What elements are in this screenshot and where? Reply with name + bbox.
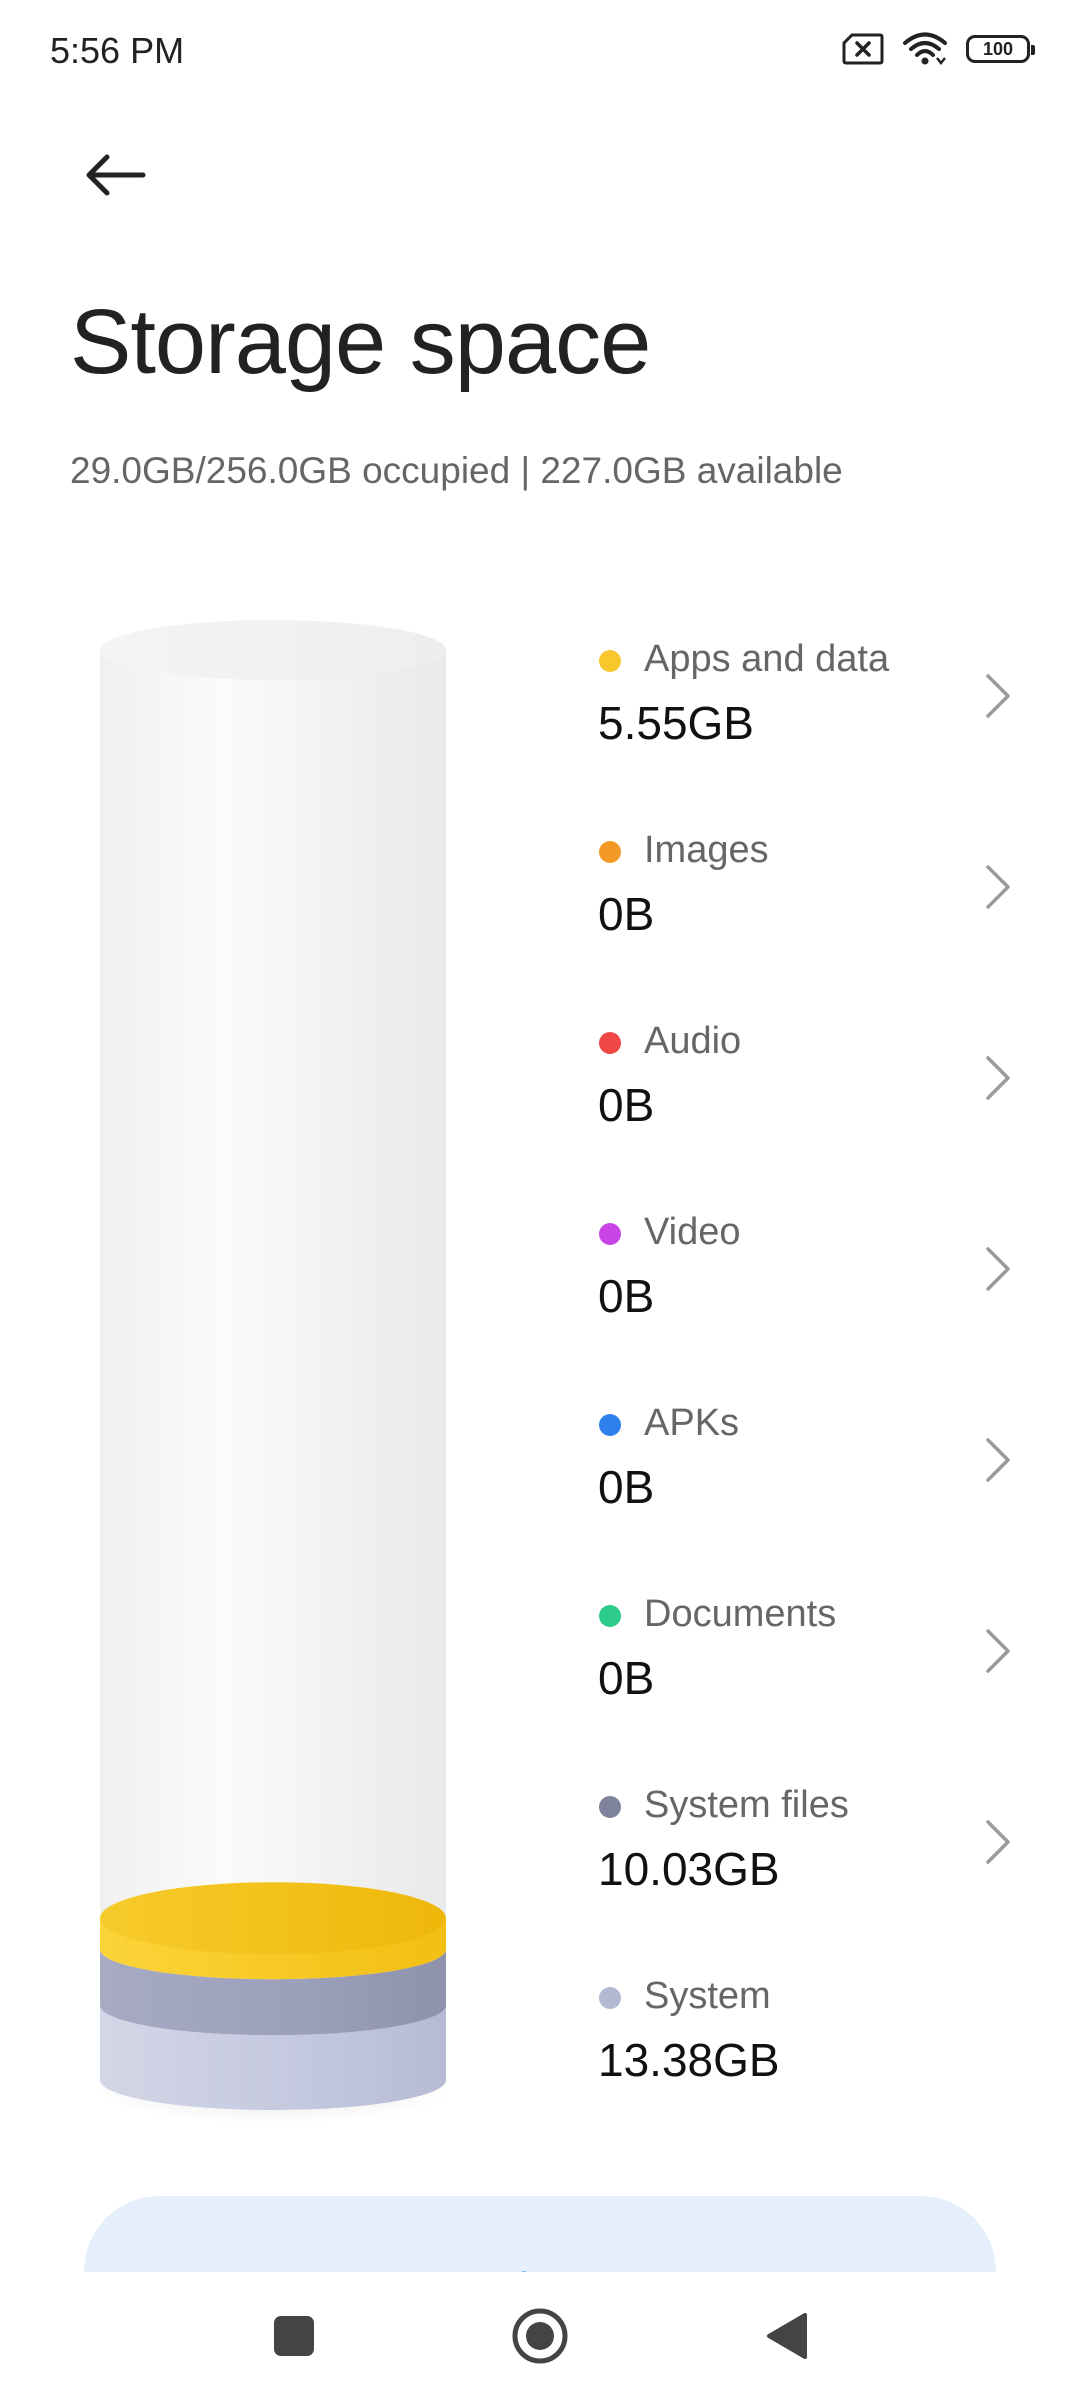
category-label: System files [644, 1784, 849, 1826]
storage-summary: 29.0GB/256.0GB occupied | 227.0GB availa… [70, 450, 843, 491]
storage-cylinder-chart [100, 610, 446, 2130]
color-dot [599, 1032, 621, 1054]
home-circle-icon [512, 2308, 568, 2364]
category-apps-and-data[interactable]: Apps and data 5.55GB [596, 628, 1016, 819]
home-button[interactable] [498, 2294, 582, 2378]
category-images[interactable]: Images 0B [596, 819, 1016, 1010]
category-size: 0B [598, 1461, 655, 1513]
category-documents[interactable]: Documents 0B [596, 1583, 1016, 1774]
recents-square-icon [274, 2316, 314, 2356]
category-video[interactable]: Video 0B [596, 1201, 1016, 1392]
battery-level: 100 [982, 38, 1014, 59]
color-dot [599, 650, 621, 672]
category-label: Images [644, 829, 769, 871]
status-bar: 5:56 PM 100 [0, 0, 1080, 110]
cylinder-top [100, 620, 446, 680]
category-size: 13.38GB [598, 2034, 780, 2086]
segment-top-apps-and-data [100, 1882, 446, 1955]
category-apks[interactable]: APKs 0B [596, 1392, 1016, 1583]
category-size: 0B [598, 1652, 655, 1704]
arrow-left-icon [86, 154, 146, 196]
category-system-files[interactable]: System files 10.03GB [596, 1774, 1016, 1965]
sim-disabled-icon [842, 33, 884, 65]
category-label: APKs [644, 1402, 740, 1444]
status-time: 5:56 PM [50, 30, 185, 71]
color-dot [599, 1223, 621, 1245]
category-audio[interactable]: Audio 0B [596, 1010, 1016, 1201]
chevron-right-icon [986, 1629, 1010, 1673]
category-size: 10.03GB [598, 1843, 780, 1895]
color-dot [599, 1414, 621, 1436]
color-dot [599, 1796, 621, 1818]
category-system: System 13.38GB [596, 1965, 1016, 2156]
chevron-right-icon [986, 674, 1010, 718]
system-back-button[interactable] [744, 2294, 828, 2378]
recents-button[interactable] [252, 2294, 336, 2378]
color-dot [599, 1987, 621, 2009]
wifi-icon [902, 32, 948, 66]
chevron-right-icon [986, 1247, 1010, 1291]
category-list: Apps and data 5.55GB Images 0B Audio 0B … [596, 628, 1016, 2156]
chevron-right-icon [986, 865, 1010, 909]
color-dot [599, 841, 621, 863]
battery-icon: 100 [966, 35, 1035, 63]
category-label: Documents [644, 1593, 837, 1635]
back-button[interactable] [70, 135, 160, 215]
chevron-right-icon [986, 1056, 1010, 1100]
category-label: System [644, 1975, 771, 2017]
status-icons: 100 [842, 32, 1035, 66]
category-size: 5.55GB [598, 697, 754, 749]
chevron-right-icon [986, 1438, 1010, 1482]
category-size: 0B [598, 1079, 655, 1131]
category-label: Apps and data [644, 638, 890, 680]
navigation-bar [0, 2272, 1080, 2400]
page-title: Storage space [70, 291, 651, 393]
category-size: 0B [598, 888, 655, 940]
color-dot [599, 1605, 621, 1627]
back-triangle-icon [767, 2313, 807, 2359]
category-size: 0B [598, 1270, 655, 1322]
category-label: Video [644, 1211, 741, 1253]
chevron-right-icon [986, 1820, 1010, 1864]
category-label: Audio [644, 1020, 742, 1062]
